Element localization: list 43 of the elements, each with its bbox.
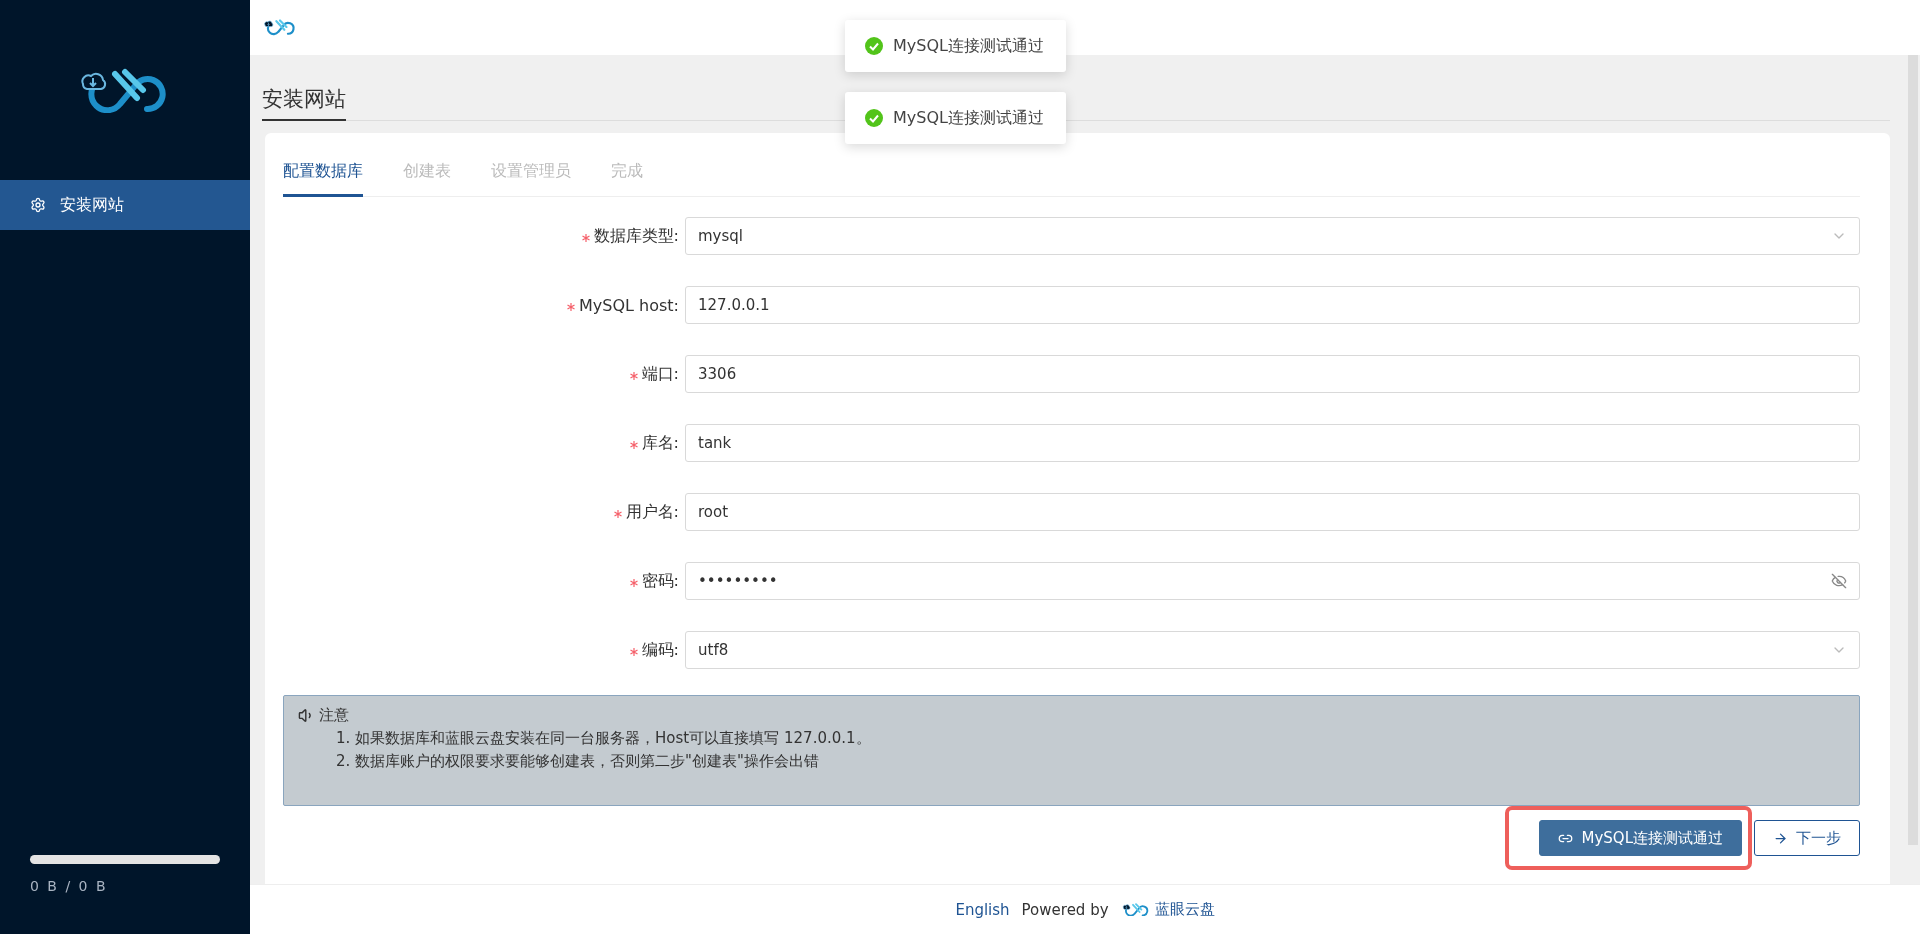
- powered-by-text: Powered by: [1021, 900, 1109, 919]
- brand-link[interactable]: 蓝眼云盘: [1154, 900, 1215, 919]
- password-field[interactable]: •••••••••: [685, 562, 1860, 600]
- page-title: 安装网站: [262, 85, 346, 121]
- input-field[interactable]: root: [685, 493, 1860, 531]
- field-label: 数据库类型:: [593, 225, 679, 247]
- input-field[interactable]: tank: [685, 424, 1860, 462]
- next-button[interactable]: 下一步: [1754, 820, 1860, 856]
- input-field[interactable]: 3306: [685, 355, 1860, 393]
- notice-title: 注意: [319, 706, 349, 725]
- scrollbar[interactable]: [1908, 55, 1918, 845]
- settings-icon: [30, 197, 46, 213]
- field-label: 端口:: [641, 363, 679, 385]
- sidebar-item[interactable]: 安装网站: [0, 180, 250, 230]
- storage-usage: 0 B / 0 B: [30, 878, 109, 894]
- required-icon: [581, 233, 590, 242]
- step-tab[interactable]: 配置数据库: [283, 151, 363, 197]
- success-icon: [865, 109, 883, 127]
- logo-icon: [1120, 902, 1151, 917]
- arrow-right-icon: [1773, 830, 1788, 846]
- eye-off-icon[interactable]: [1831, 573, 1847, 589]
- toast-text: MySQL连接测试通过: [893, 35, 1044, 57]
- required-icon: [629, 647, 638, 656]
- success-icon: [865, 37, 883, 55]
- select-field[interactable]: mysql: [685, 217, 1860, 255]
- required-icon: [629, 578, 638, 587]
- field-label: MySQL host:: [579, 295, 679, 315]
- notice-item: 1. 如果数据库和蓝眼云盘安装在同一台服务器，Host可以直接填写 127.0.0.1。: [335, 729, 872, 748]
- notice-item: 2. 数据库账户的权限要求要能够创建表，否则第二步"创建表"操作会出错: [335, 752, 820, 771]
- field-label: 库名:: [641, 432, 679, 454]
- required-icon: [613, 509, 622, 518]
- field-label: 用户名:: [625, 501, 679, 523]
- required-icon: [629, 440, 638, 449]
- field-label: 编码:: [641, 639, 679, 661]
- required-icon: [567, 302, 576, 311]
- test-connection-button[interactable]: MySQL连接测试通过: [1539, 820, 1742, 856]
- field-label: 密码:: [641, 570, 679, 592]
- select-field[interactable]: utf8: [685, 631, 1860, 669]
- toast-text: MySQL连接测试通过: [893, 107, 1044, 129]
- required-icon: [629, 371, 638, 380]
- input-field[interactable]: 127.0.0.1: [685, 286, 1860, 324]
- logo-icon: [262, 19, 298, 36]
- language-link[interactable]: English: [955, 900, 1010, 919]
